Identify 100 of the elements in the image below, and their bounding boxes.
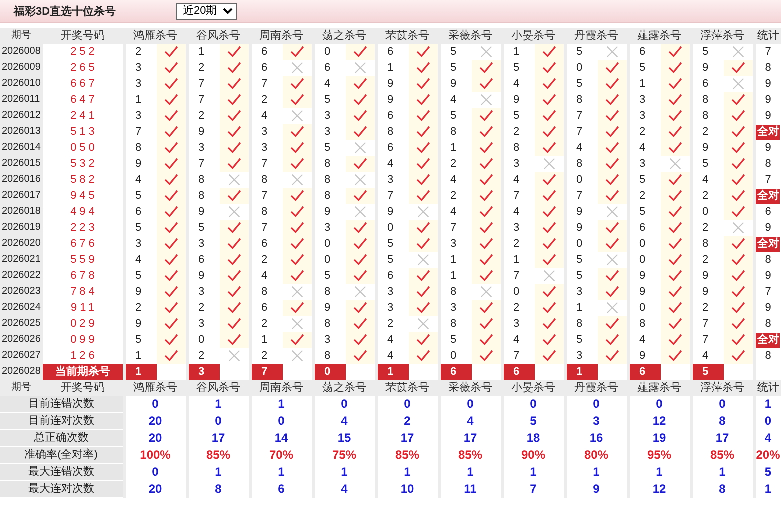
stat-value: 70% — [250, 446, 313, 464]
column-header: 开奖号码 — [43, 28, 124, 44]
stat-value: 20% — [754, 446, 781, 464]
correct-count: 8 — [765, 318, 772, 330]
column-header: 薤露杀号 — [628, 380, 691, 396]
correct-count: 9 — [765, 222, 772, 234]
correct-count: 9 — [765, 142, 772, 154]
stat-value: 4 — [313, 412, 376, 430]
stat-value: 100% — [124, 446, 187, 464]
stat-value: 0 — [628, 396, 691, 412]
period-cell: 2026009 — [0, 60, 43, 76]
column-header: 浮萍杀号 — [691, 380, 754, 396]
current-kill-number: 7 — [250, 364, 283, 380]
stat-value: 1 — [250, 464, 313, 480]
column-header: 荡之杀号 — [313, 28, 376, 44]
stat-value: 11 — [439, 480, 502, 498]
stat-value: 3 — [565, 412, 628, 430]
period-cell: 2026023 — [0, 284, 43, 300]
draw-number: 494 — [43, 204, 124, 220]
stat-value: 15 — [313, 430, 376, 446]
stat-value: 20 — [124, 412, 187, 430]
stat-value: 0 — [754, 412, 781, 430]
stat-value: 1 — [754, 480, 781, 498]
period-cell: 2026018 — [0, 204, 43, 220]
stat-value: 9 — [565, 480, 628, 498]
current-kill-label: 当前期杀号 — [43, 364, 124, 380]
stat-value: 4 — [754, 430, 781, 446]
column-header: 统计 — [754, 28, 781, 44]
draw-number: 265 — [43, 60, 124, 76]
period-select[interactable]: 近20期 — [176, 2, 237, 20]
period-cell: 2026025 — [0, 316, 43, 332]
column-header: 谷风杀号 — [187, 28, 250, 44]
column-header: 谷风杀号 — [187, 380, 250, 396]
stat-value: 1 — [187, 464, 250, 480]
stat-value: 8 — [691, 412, 754, 430]
stat-value: 90% — [502, 446, 565, 464]
stat-value: 0 — [313, 396, 376, 412]
correct-count: 8 — [765, 350, 772, 362]
column-header: 荡之杀号 — [313, 380, 376, 396]
stat-value: 17 — [439, 430, 502, 446]
stat-value: 1 — [565, 464, 628, 480]
draw-number: 647 — [43, 92, 124, 108]
draw-number: 126 — [43, 348, 124, 364]
correct-count: 8 — [765, 254, 772, 266]
period-cell: 2026015 — [0, 156, 43, 172]
stat-value: 0 — [124, 464, 187, 480]
correct-count: 6 — [765, 206, 772, 218]
correct-count: 9 — [765, 270, 772, 282]
column-header: 鸿雁杀号 — [124, 28, 187, 44]
correct-count: 9 — [765, 78, 772, 90]
correct-count: 9 — [765, 110, 772, 122]
page-title: 福彩3D直选十位杀号 — [14, 4, 118, 18]
draw-number: 582 — [43, 172, 124, 188]
stat-value: 14 — [250, 430, 313, 446]
draw-number: 532 — [43, 156, 124, 172]
stat-value: 0 — [187, 412, 250, 430]
column-header: 周南杀号 — [250, 380, 313, 396]
draw-number: 513 — [43, 124, 124, 140]
current-kill-number: 5 — [691, 364, 724, 380]
stat-value: 17 — [187, 430, 250, 446]
correct-count: 9 — [765, 302, 772, 314]
stat-value: 85% — [439, 446, 502, 464]
stat-value: 0 — [124, 396, 187, 412]
stat-label: 总正确次数 — [0, 430, 124, 446]
period-cell: 2026019 — [0, 220, 43, 236]
period-cell: 2026017 — [0, 188, 43, 204]
column-header: 浮萍杀号 — [691, 28, 754, 44]
stat-value: 10 — [376, 480, 439, 498]
column-header: 薤露杀号 — [628, 28, 691, 44]
current-kill-number: 3 — [187, 364, 220, 380]
current-kill-number: 0 — [313, 364, 346, 380]
correct-count: 8 — [765, 62, 772, 74]
column-header: 小旻杀号 — [502, 28, 565, 44]
column-header: 丹霞杀号 — [565, 380, 628, 396]
draw-number: 029 — [43, 316, 124, 332]
stat-value: 5 — [502, 412, 565, 430]
stat-label: 最大连错次数 — [0, 464, 124, 480]
stat-value: 95% — [628, 446, 691, 464]
column-header: 统计 — [754, 380, 781, 396]
column-header: 期号 — [0, 28, 43, 44]
correct-count: 7 — [765, 46, 772, 58]
stat-value: 17 — [376, 430, 439, 446]
stat-value: 12 — [628, 480, 691, 498]
stat-value: 75% — [313, 446, 376, 464]
stat-value: 0 — [565, 396, 628, 412]
draw-number: 911 — [43, 300, 124, 316]
current-kill-number: 1 — [124, 364, 157, 380]
draw-number: 223 — [43, 220, 124, 236]
stat-value: 85% — [691, 446, 754, 464]
stat-value: 0 — [376, 396, 439, 412]
stat-value: 17 — [691, 430, 754, 446]
draw-number: 241 — [43, 108, 124, 124]
stat-value: 2 — [376, 412, 439, 430]
all-correct-badge: 全对 — [756, 237, 780, 252]
stat-value: 85% — [187, 446, 250, 464]
stat-value: 12 — [628, 412, 691, 430]
stat-value: 8 — [691, 480, 754, 498]
stat-value: 1 — [628, 464, 691, 480]
column-header: 期号 — [0, 380, 43, 396]
draw-number: 784 — [43, 284, 124, 300]
